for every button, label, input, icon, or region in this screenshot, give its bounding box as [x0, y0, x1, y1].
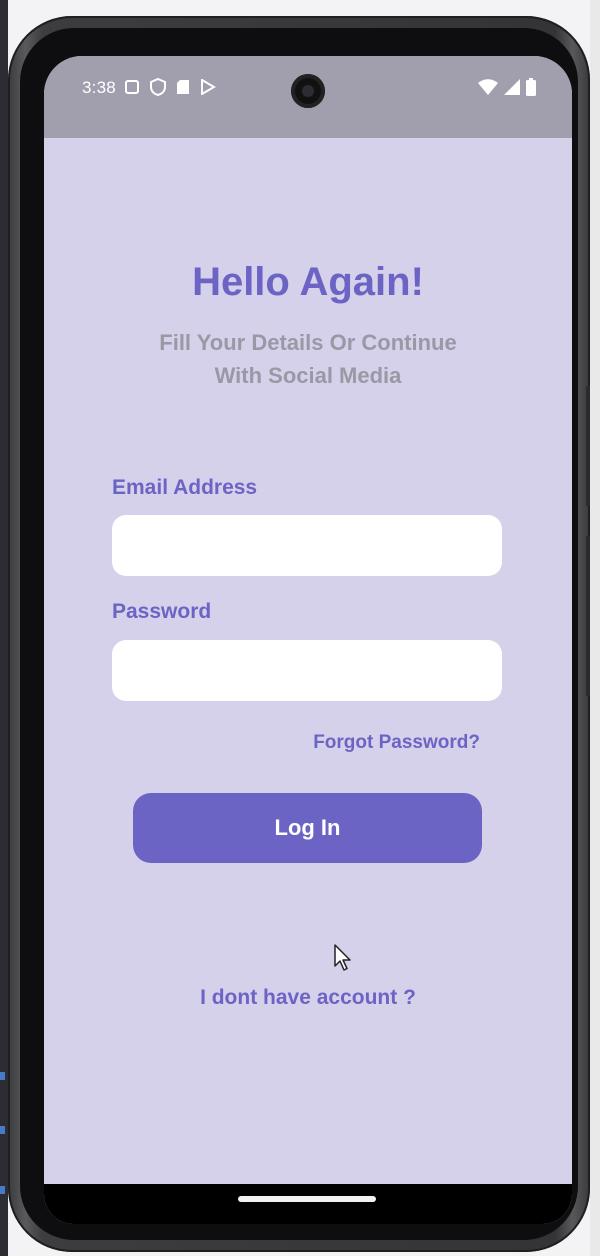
wifi-icon: [478, 79, 498, 95]
sd-card-icon: [176, 79, 190, 95]
subtitle-line-1: Fill Your Details Or Continue: [159, 330, 457, 355]
password-field[interactable]: [112, 640, 502, 701]
subtitle-line-2: With Social Media: [214, 363, 402, 388]
password-label: Password: [112, 600, 212, 623]
page-subtitle: Fill Your Details Or Continue With Socia…: [44, 326, 572, 392]
ide-gutter-mark: [0, 1126, 5, 1134]
front-camera: [291, 74, 325, 108]
phone-bezel: 3:38 Hello Again! Fill Your Details Or C…: [20, 28, 578, 1240]
mouse-cursor-icon: [334, 944, 354, 977]
volume-button: [586, 386, 590, 506]
ide-edge-strip: [0, 0, 8, 1256]
phone-frame: 3:38 Hello Again! Fill Your Details Or C…: [8, 16, 590, 1252]
email-field[interactable]: [112, 515, 502, 576]
login-button[interactable]: Log In: [133, 793, 482, 863]
shield-icon: [150, 78, 166, 96]
forgot-password-link[interactable]: Forgot Password?: [313, 732, 480, 754]
navigation-bar: [44, 1184, 572, 1224]
emulator-stage: 3:38 Hello Again! Fill Your Details Or C…: [0, 0, 600, 1256]
ide-gutter-mark: [0, 1186, 5, 1194]
home-gesture-bar[interactable]: [238, 1196, 376, 1202]
status-time: 3:38: [82, 78, 116, 97]
phone-screen: 3:38 Hello Again! Fill Your Details Or C…: [44, 56, 572, 1224]
cell-signal-icon: [504, 79, 520, 95]
power-button: [586, 536, 590, 696]
battery-icon: [526, 78, 536, 96]
ide-gutter-mark: [0, 1072, 5, 1080]
no-account-link[interactable]: I dont have account ?: [44, 986, 572, 1010]
status-system-icons: [478, 78, 536, 96]
status-bar: 3:38: [44, 56, 572, 138]
window-right-edge: [590, 0, 600, 1256]
screen-icon: [124, 79, 140, 95]
status-notification-icons: [124, 78, 216, 96]
play-store-icon: [200, 79, 216, 95]
email-label: Email Address: [112, 476, 258, 499]
page-title: Hello Again!: [192, 260, 424, 304]
